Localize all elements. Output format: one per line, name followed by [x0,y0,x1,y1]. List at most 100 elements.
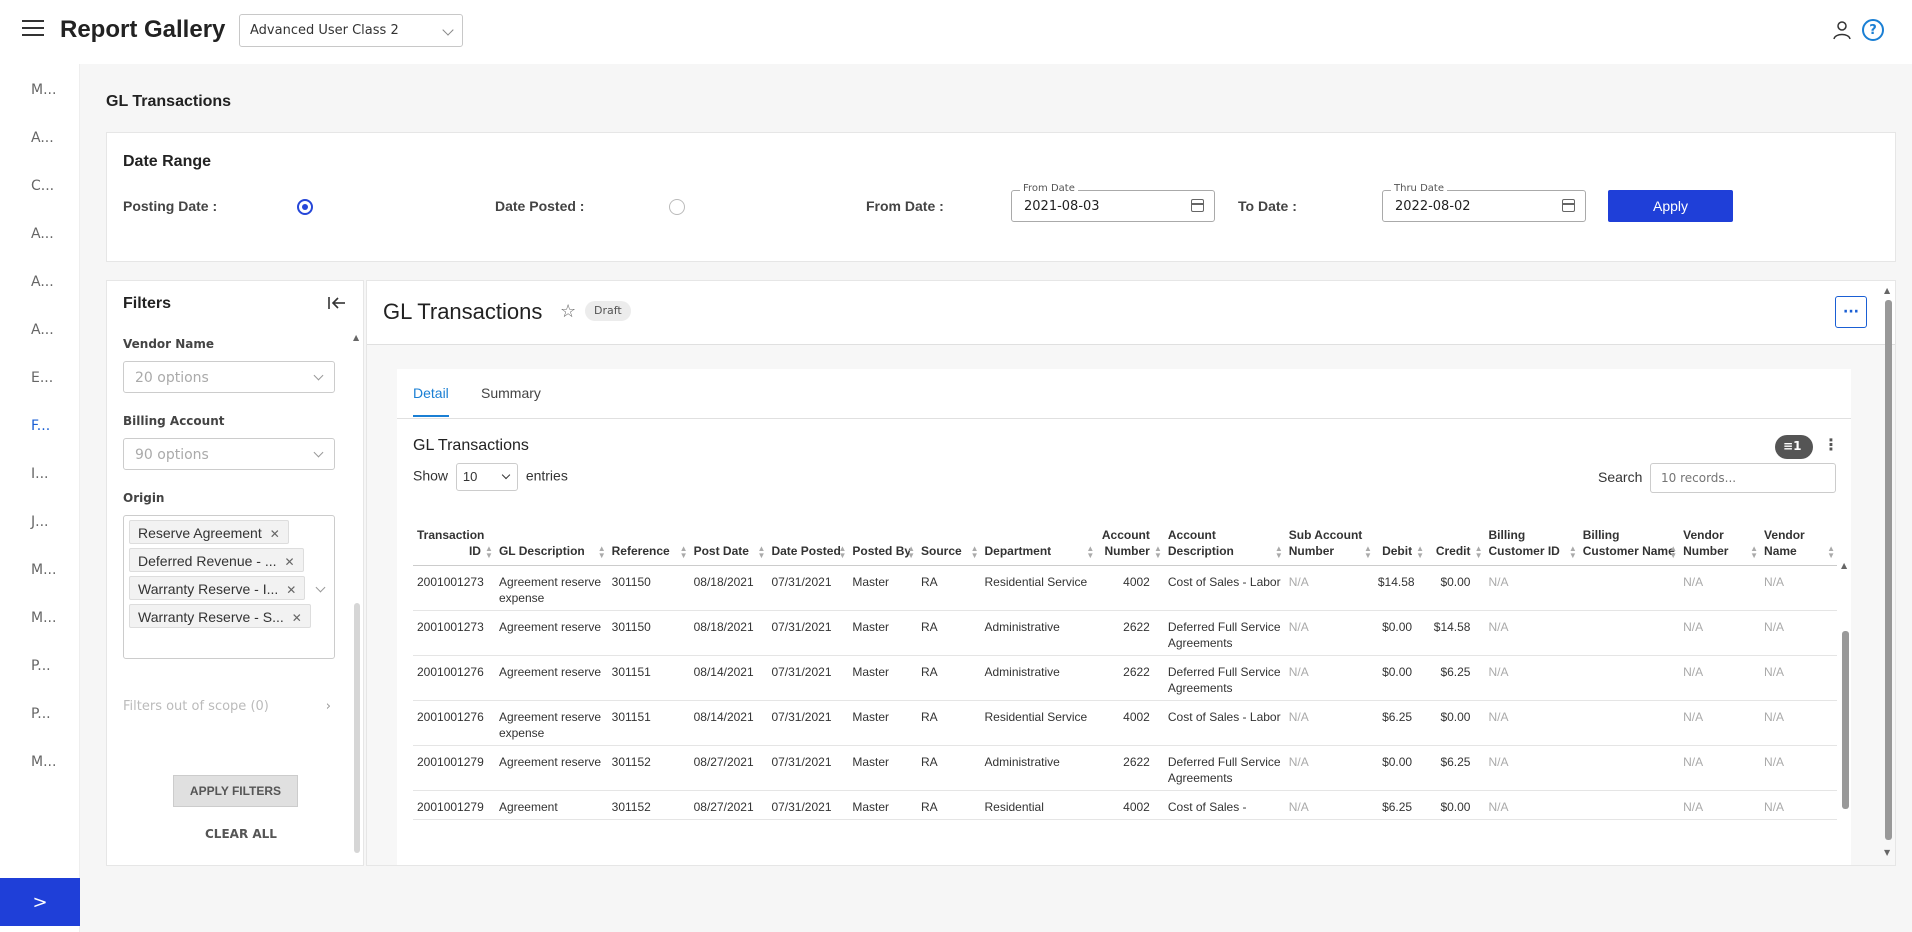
tab-detail[interactable]: Detail [413,385,449,417]
sort-icon[interactable]: ▲ ▼ [1750,544,1758,559]
page-size-select[interactable]: 10 [455,463,518,491]
date-posted-radio[interactable] [669,199,685,215]
column-header[interactable]: Sub Account Number ▲ ▼ [1284,507,1374,566]
nav-expand-button[interactable]: > [0,878,80,926]
nav-item[interactable]: M... [31,562,56,578]
column-header[interactable]: Debit ▲ ▼ [1373,507,1427,566]
column-header[interactable]: Vendor Number ▲ ▼ [1679,507,1761,566]
thru-date-value: 2022-08-02 [1395,199,1471,214]
column-header[interactable]: Posted By ▲ ▼ [848,507,917,566]
column-header[interactable]: GL Description ▲ ▼ [494,507,608,566]
nav-item[interactable]: M... [31,82,56,98]
sort-icon[interactable]: ▲ ▼ [1475,544,1483,559]
column-header[interactable]: Date Posted ▲ ▼ [767,507,849,566]
nav-item[interactable]: A... [31,274,54,290]
nav-item[interactable]: M... [31,610,56,626]
sort-icon[interactable]: ▲ ▼ [1275,544,1283,559]
table-row[interactable]: 2001001276 Agreement reserve expense 30115… [413,700,1837,746]
sort-icon[interactable]: ▲ ▼ [1364,544,1372,559]
column-header[interactable]: Reference ▲ ▼ [607,507,690,566]
nav-item[interactable]: E... [31,370,53,386]
table-row[interactable]: 2001001279 Agreement reserve 301152 08/27/2… [413,745,1837,791]
sort-icon[interactable]: ▲ ▼ [1416,544,1424,559]
sort-icon[interactable]: ▲ ▼ [971,544,979,559]
active-filter-badge[interactable]: ≡1 [1775,435,1813,459]
column-header[interactable]: Post Date ▲ ▼ [689,507,768,566]
user-class-select[interactable]: Advanced User Class 2 [239,14,463,47]
table-row[interactable]: 2001001273 Agreement reserve expense 30115… [413,565,1837,611]
scroll-up-icon[interactable]: ▲ [1884,286,1890,295]
billing-account-select[interactable]: 90 options [123,438,335,470]
nav-item[interactable]: I... [31,466,48,482]
table-row[interactable]: 2001001279 Agreement 301152 08/27/2021 07/31… [413,790,1837,820]
nav-item[interactable]: A... [31,226,54,242]
sort-icon[interactable]: ▲ ▼ [758,544,766,559]
from-date-field[interactable]: From Date 2021-08-03 [1011,183,1215,222]
origin-multiselect[interactable]: Reserve Agreement ✕ Deferred Revenue - ..… [123,515,335,659]
menu-icon[interactable] [22,20,44,40]
nav-item[interactable]: J... [31,514,48,530]
help-icon[interactable]: ? [1862,19,1884,41]
more-options-button[interactable]: ··· [1835,296,1867,328]
remove-chip-icon[interactable]: ✕ [270,527,280,541]
column-header[interactable]: Source ▲ ▼ [916,507,981,566]
search-input[interactable] [1650,463,1836,493]
tab-summary[interactable]: Summary [481,385,541,401]
sort-icon[interactable]: ▲ ▼ [680,544,688,559]
apply-filters-button[interactable]: APPLY FILTERS [173,775,298,807]
user-icon[interactable] [1832,20,1852,40]
sort-icon[interactable]: ▲ ▼ [907,544,915,559]
apply-button[interactable]: Apply [1608,190,1733,222]
remove-chip-icon[interactable]: ✕ [292,611,302,625]
posting-date-radio[interactable] [297,199,313,215]
scroll-up-icon[interactable]: ▲ [1841,561,1847,570]
scroll-up-icon[interactable]: ▲ [353,333,359,342]
column-header[interactable]: Credit ▲ ▼ [1426,507,1485,566]
nav-item[interactable]: P... [31,706,51,722]
nav-item[interactable]: C... [31,178,54,194]
sort-icon[interactable]: ▲ ▼ [485,544,493,559]
column-header[interactable]: Billing Customer ID ▲ ▼ [1484,507,1579,566]
table-row[interactable]: 2001001276 Agreement reserve 301151 08/14/2… [413,655,1837,701]
table-scrollbar[interactable]: ▲ [1841,561,1849,861]
calendar-icon[interactable] [1191,199,1204,212]
column-header[interactable]: Transaction ID ▲ ▼ [413,507,495,566]
remove-chip-icon[interactable]: ✕ [285,555,295,569]
scrollbar-thumb[interactable] [1842,631,1849,809]
sort-icon[interactable]: ▲ ▼ [1569,544,1577,559]
sort-icon[interactable]: ▲ ▼ [838,544,846,559]
scrollbar-thumb[interactable] [354,603,360,853]
sort-icon[interactable]: ▲ ▼ [1827,544,1835,559]
column-header[interactable]: Vendor Name ▲ ▼ [1760,507,1837,566]
column-header[interactable]: Department ▲ ▼ [980,507,1097,566]
remove-chip-icon[interactable]: ✕ [286,583,296,597]
calendar-icon[interactable] [1562,199,1575,212]
nav-item-active[interactable]: F... [31,418,50,434]
from-date-value: 2021-08-03 [1024,199,1100,214]
table-row[interactable]: 2001001273 Agreement reserve 301150 08/18/2… [413,610,1837,656]
star-icon[interactable]: ☆ [560,301,576,322]
column-header[interactable]: Account Number ▲ ▼ [1096,507,1164,566]
report-scrollbar[interactable]: ▲ ▼ [1884,286,1892,860]
vendor-name-select[interactable]: 20 options [123,361,335,393]
chevron-down-icon[interactable] [315,582,326,593]
sort-icon[interactable]: ▲ ▼ [1086,544,1094,559]
scroll-down-icon[interactable]: ▼ [1884,848,1890,857]
nav-item[interactable]: M... [31,754,56,770]
nav-item[interactable]: A... [31,322,54,338]
clear-all-button[interactable]: CLEAR ALL [205,827,277,841]
table-cell: $0.00 [1373,745,1427,791]
filters-out-of-scope[interactable]: Filters out of scope (0) › [123,699,335,714]
kebab-menu-icon[interactable]: ⋮ [1823,435,1839,454]
collapse-panel-icon[interactable] [327,293,347,313]
scrollbar-thumb[interactable] [1885,300,1892,840]
sort-icon[interactable]: ▲ ▼ [1669,544,1677,559]
column-header[interactable]: Account Description ▲ ▼ [1163,507,1285,566]
filters-scrollbar[interactable]: ▲ [353,333,361,867]
sort-icon[interactable]: ▲ ▼ [598,544,606,559]
nav-item[interactable]: A... [31,130,54,146]
nav-item[interactable]: P... [31,658,51,674]
sort-icon[interactable]: ▲ ▼ [1154,544,1162,559]
column-header[interactable]: Billing Customer Name ▲ ▼ [1578,507,1680,566]
thru-date-field[interactable]: Thru Date 2022-08-02 [1382,183,1586,222]
